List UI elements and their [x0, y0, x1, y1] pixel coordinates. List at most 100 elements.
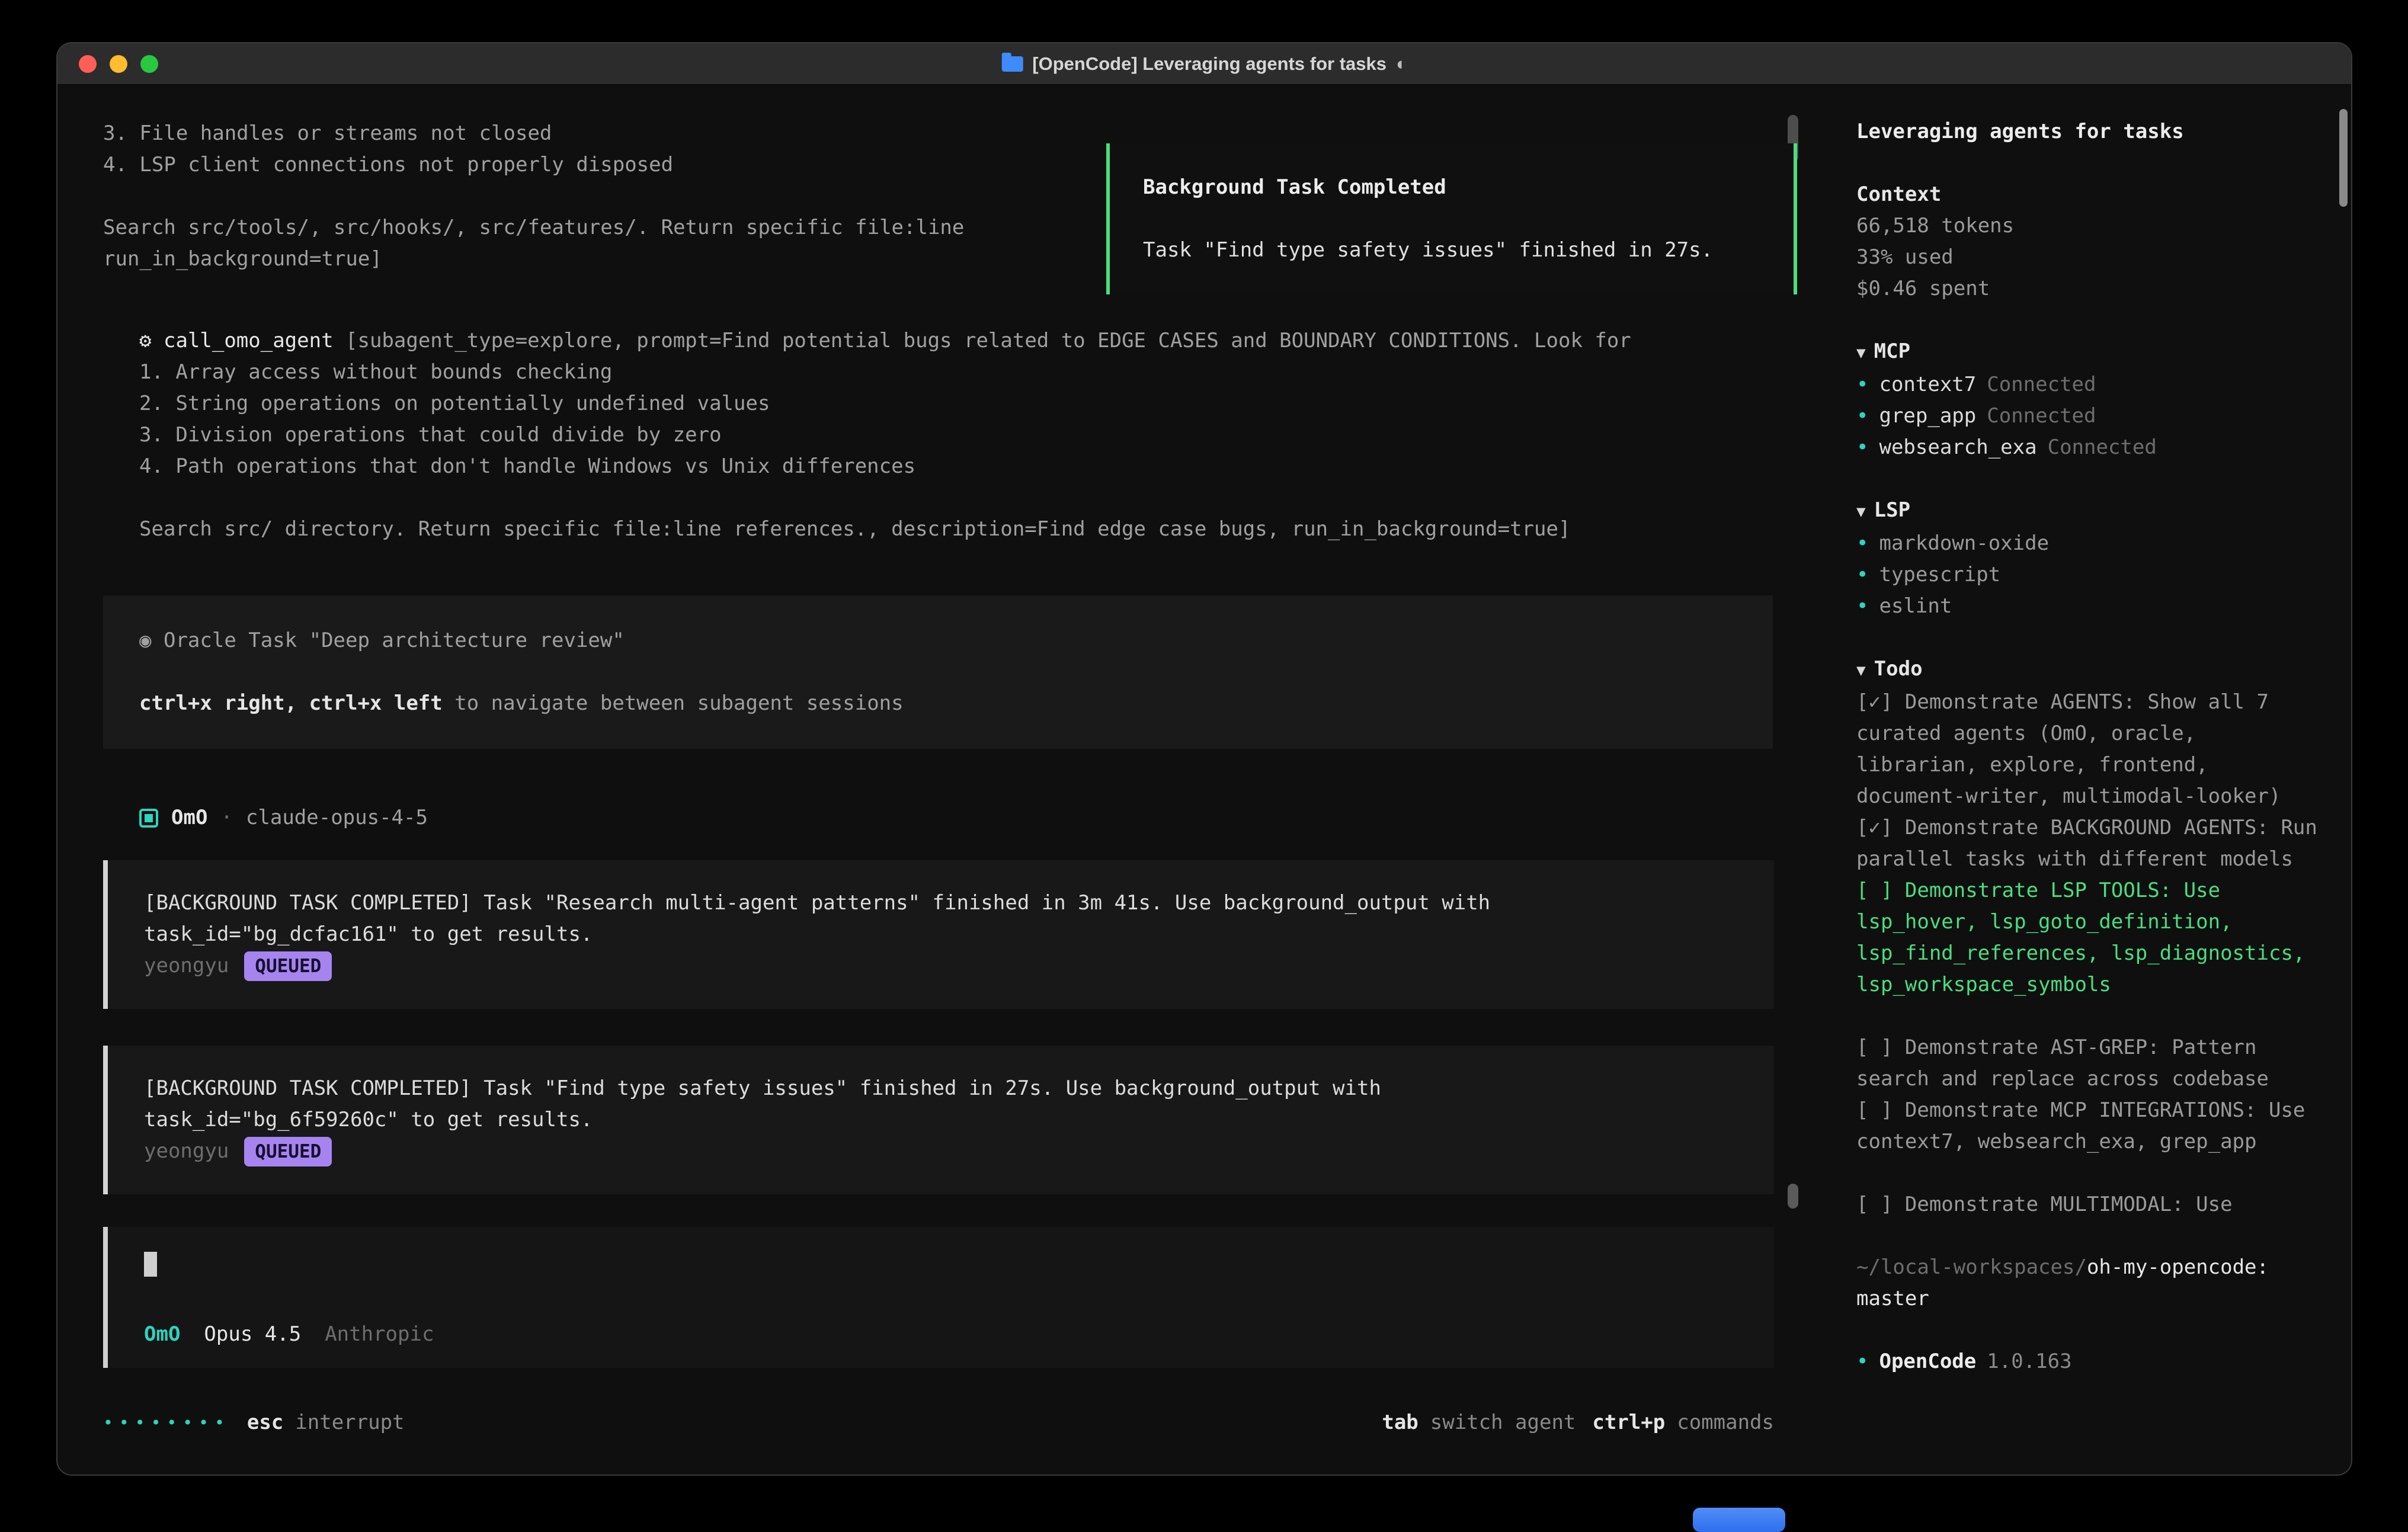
background-task-toast: Background Task Completed Task "Find typ… [1106, 143, 1797, 294]
gear-icon: ⚙ [139, 329, 151, 352]
agent-call-line: ⚙ call_omo_agent [subagent_type=explore,… [103, 325, 1774, 357]
mcp-status: Connected [1987, 400, 2096, 432]
session-sidebar: Leveraging agents for tasks Context 66,5… [1830, 85, 2351, 1476]
agent-name: OmO [171, 802, 207, 834]
task-message-footer: yeongyu QUEUED [144, 950, 1738, 982]
lsp-name: eslint [1879, 591, 1952, 622]
interrupt-hint: esc interrupt [247, 1407, 405, 1438]
workspace-dir: ~/local-workspaces/ [1856, 1255, 2087, 1279]
prompt-input[interactable]: OmO Opus 4.5 Anthropic [103, 1227, 1774, 1368]
sidebar-scrollbar-thumb[interactable] [2339, 109, 2348, 207]
oracle-task-block: ◉ Oracle Task "Deep architecture review"… [103, 595, 1773, 749]
separator-dot: · [220, 802, 232, 834]
context-spent: $0.46 spent [1856, 273, 2323, 305]
provider-label: Anthropic [325, 1319, 434, 1350]
lsp-name: markdown-oxide [1879, 528, 2049, 559]
toast-title: Background Task Completed [1143, 172, 1760, 203]
mcp-item: • websearch_exa Connected [1856, 432, 2323, 463]
context-heading: Context [1856, 179, 2323, 210]
chevron-down-icon: ▼ [1856, 503, 1866, 521]
prompt-cursor-row[interactable] [144, 1252, 1738, 1286]
todo-item: [ ] Demonstrate MCP INTEGRATIONS: Use co… [1856, 1095, 2323, 1158]
bullet-icon: • [1856, 400, 1868, 432]
record-icon: ◉ [139, 629, 151, 652]
close-button[interactable] [79, 55, 97, 73]
lsp-item: • markdown-oxide [1856, 528, 2323, 559]
workspace-path: ~/local-workspaces/oh-my-opencode: maste… [1856, 1252, 2323, 1315]
bullet-icon: • [1856, 591, 1868, 622]
loading-moon-icon: ◐ [1396, 53, 1407, 75]
mcp-name: grep_app [1879, 400, 1976, 432]
model-status-line: OmO Opus 4.5 Anthropic [144, 1319, 1738, 1350]
mcp-name: websearch_exa [1879, 432, 2036, 463]
mcp-item: • context7 Connected [1856, 369, 2323, 400]
scrollbar-thumb[interactable] [1788, 1184, 1798, 1209]
todo-item: [✓] Demonstrate AGENTS: Show all 7 curat… [1856, 687, 2323, 812]
git-branch: master [1856, 1283, 2323, 1315]
switch-agent-label: switch agent [1430, 1407, 1576, 1438]
oracle-task-title-line: ◉ Oracle Task "Deep architecture review" [139, 625, 1737, 656]
mcp-item: • grep_app Connected [1856, 400, 2323, 432]
dock-icon[interactable] [1693, 1508, 1785, 1532]
workspace-repo: oh-my-opencode: [2087, 1255, 2269, 1279]
toast-body: Task "Find type safety issues" finished … [1143, 235, 1760, 266]
interrupt-label: interrupt [295, 1407, 404, 1438]
task-message-line1: [BACKGROUND TASK COMPLETED] Task "Find t… [144, 1073, 1738, 1104]
agent-session-header: OmO · claude-opus-4-5 [103, 802, 1774, 834]
commands-hint: ctrl+p commands [1592, 1407, 1774, 1438]
agent-model: claude-opus-4-5 [246, 802, 428, 834]
mcp-status: Connected [2048, 432, 2157, 463]
app-name: OpenCode [1879, 1346, 1976, 1377]
queued-badge: QUEUED [244, 1137, 332, 1166]
active-agent-label: OmO [144, 1319, 180, 1350]
todo-item: [ ] Demonstrate MULTIMODAL: Use [1856, 1189, 2323, 1220]
bullet-icon: • [1856, 369, 1868, 400]
task-message-footer: yeongyu QUEUED [144, 1136, 1738, 1167]
commands-label: commands [1677, 1407, 1774, 1438]
window-title-text: [OpenCode] Leveraging agents for tasks [1032, 53, 1386, 75]
window-title: [OpenCode] Leveraging agents for tasks ◐ [1001, 53, 1407, 75]
switch-agent-hint: tab switch agent [1382, 1407, 1576, 1438]
mcp-section: ▼ MCP • context7 Connected • grep_app Con… [1856, 336, 2323, 463]
chevron-down-icon: ▼ [1856, 344, 1866, 362]
hint-keys: ctrl+x right, ctrl+x left [139, 691, 443, 715]
esc-key-label: esc [247, 1407, 283, 1438]
mcp-heading: MCP [1874, 339, 1910, 363]
agent-call-args: [subagent_type=explore, prompt=Find pote… [334, 329, 1631, 352]
oracle-task-title: Oracle Task "Deep architecture review" [164, 629, 625, 652]
app-version-footer: • OpenCode 1.0.163 [1856, 1346, 2323, 1377]
task-author: yeongyu [144, 950, 229, 982]
text-cursor [144, 1252, 157, 1277]
todo-heading-row[interactable]: ▼Todo [1856, 653, 2323, 687]
terminal-main-pane: 3. File handles or streams not closed 4.… [57, 85, 1830, 1476]
lsp-heading-row[interactable]: ▼LSP [1856, 495, 2323, 528]
hint-text: to navigate between subagent sessions [443, 691, 904, 715]
bullet-icon: • [1856, 528, 1868, 559]
todo-item: [ ] Demonstrate AST-GREP: Pattern search… [1856, 1032, 2323, 1095]
zoom-button[interactable] [140, 55, 158, 73]
context-section: Context 66,518 tokens 33% used $0.46 spe… [1856, 179, 2323, 305]
task-message-line2: task_id="bg_dcfac161" to get results. [144, 919, 1738, 950]
bullet-icon: • [1856, 432, 1868, 463]
agent-checkbox-icon [139, 809, 158, 828]
todo-item: [✓] Demonstrate BACKGROUND AGENTS: Run p… [1856, 812, 2323, 875]
lsp-item: • eslint [1856, 591, 2323, 622]
todo-section: ▼Todo [✓] Demonstrate AGENTS: Show all 7… [1856, 653, 2323, 1220]
traffic-lights [79, 55, 158, 73]
lsp-name: typescript [1879, 559, 2000, 591]
active-model-label: Opus 4.5 [204, 1319, 301, 1350]
task-message-line1: [BACKGROUND TASK COMPLETED] Task "Resear… [144, 887, 1738, 919]
titlebar[interactable]: [OpenCode] Leveraging agents for tasks ◐ [57, 43, 2351, 85]
bullet-icon: • [1856, 1346, 1868, 1377]
task-author: yeongyu [144, 1136, 229, 1167]
todo-item-active: [ ] Demonstrate LSP TOOLS: Use lsp_hover… [1856, 875, 2323, 1001]
minimize-button[interactable] [110, 55, 127, 73]
session-title: Leveraging agents for tasks [1856, 116, 2323, 148]
todo-heading: Todo [1874, 657, 1923, 681]
mcp-status: Connected [1987, 369, 2096, 400]
mcp-heading-row[interactable]: ▼ MCP [1856, 336, 2323, 369]
ctrlp-key-label: ctrl+p [1592, 1407, 1665, 1438]
task-message: [BACKGROUND TASK COMPLETED] Task "Resear… [103, 860, 1774, 1009]
subagent-nav-hint: ctrl+x right, ctrl+x left to navigate be… [139, 688, 1737, 719]
status-bar: •••••••• esc interrupt tab switch agent … [103, 1407, 1774, 1438]
